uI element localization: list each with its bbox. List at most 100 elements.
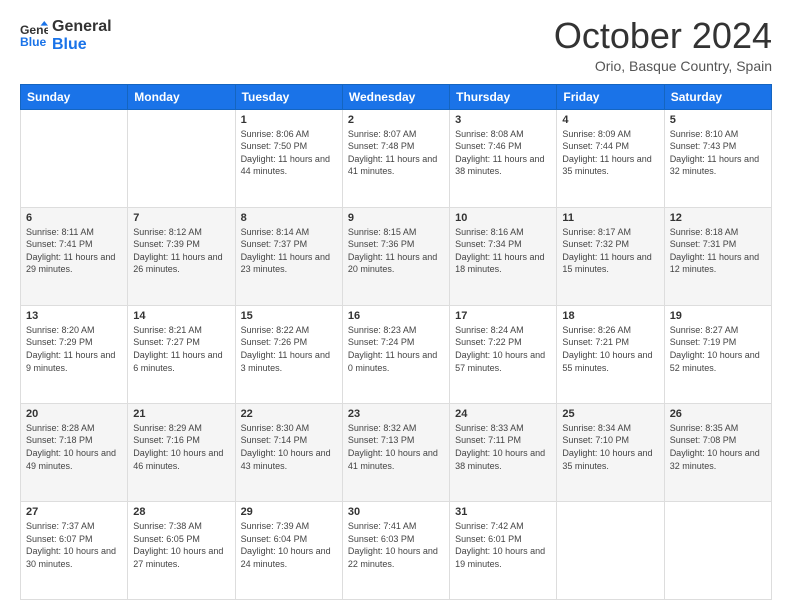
day-number: 3: [455, 114, 551, 126]
day-number: 24: [455, 408, 551, 420]
day-cell: 17 Sunrise: 8:24 AMSunset: 7:22 PMDaylig…: [450, 305, 557, 403]
day-info: Sunrise: 8:18 AMSunset: 7:31 PMDaylight:…: [670, 227, 759, 275]
day-cell: 6 Sunrise: 8:11 AMSunset: 7:41 PMDayligh…: [21, 207, 128, 305]
header-friday: Friday: [557, 84, 664, 109]
day-cell: 30 Sunrise: 7:41 AMSunset: 6:03 PMDaylig…: [342, 501, 449, 599]
logo-icon: General Blue: [20, 21, 48, 49]
day-cell: 13 Sunrise: 8:20 AMSunset: 7:29 PMDaylig…: [21, 305, 128, 403]
week-row-4: 20 Sunrise: 8:28 AMSunset: 7:18 PMDaylig…: [21, 403, 772, 501]
day-number: 2: [348, 114, 444, 126]
day-info: Sunrise: 8:21 AMSunset: 7:27 PMDaylight:…: [133, 325, 222, 373]
day-number: 25: [562, 408, 658, 420]
day-cell: 21 Sunrise: 8:29 AMSunset: 7:16 PMDaylig…: [128, 403, 235, 501]
day-info: Sunrise: 8:12 AMSunset: 7:39 PMDaylight:…: [133, 227, 222, 275]
day-cell: 8 Sunrise: 8:14 AMSunset: 7:37 PMDayligh…: [235, 207, 342, 305]
day-cell: 12 Sunrise: 8:18 AMSunset: 7:31 PMDaylig…: [664, 207, 771, 305]
day-number: 4: [562, 114, 658, 126]
header-wednesday: Wednesday: [342, 84, 449, 109]
day-cell: 3 Sunrise: 8:08 AMSunset: 7:46 PMDayligh…: [450, 109, 557, 207]
day-number: 6: [26, 212, 122, 224]
day-cell: 4 Sunrise: 8:09 AMSunset: 7:44 PMDayligh…: [557, 109, 664, 207]
header-sunday: Sunday: [21, 84, 128, 109]
logo-line2: Blue: [52, 36, 112, 54]
day-number: 26: [670, 408, 766, 420]
day-cell: [557, 501, 664, 599]
calendar-table: Sunday Monday Tuesday Wednesday Thursday…: [20, 84, 772, 600]
day-number: 1: [241, 114, 337, 126]
day-number: 13: [26, 310, 122, 322]
day-number: 20: [26, 408, 122, 420]
day-cell: 24 Sunrise: 8:33 AMSunset: 7:11 PMDaylig…: [450, 403, 557, 501]
day-cell: 31 Sunrise: 7:42 AMSunset: 6:01 PMDaylig…: [450, 501, 557, 599]
day-info: Sunrise: 8:06 AMSunset: 7:50 PMDaylight:…: [241, 129, 330, 177]
day-info: Sunrise: 8:34 AMSunset: 7:10 PMDaylight:…: [562, 423, 652, 471]
day-info: Sunrise: 8:17 AMSunset: 7:32 PMDaylight:…: [562, 227, 651, 275]
day-number: 28: [133, 506, 229, 518]
day-cell: 27 Sunrise: 7:37 AMSunset: 6:07 PMDaylig…: [21, 501, 128, 599]
day-number: 27: [26, 506, 122, 518]
day-info: Sunrise: 8:23 AMSunset: 7:24 PMDaylight:…: [348, 325, 437, 373]
svg-text:Blue: Blue: [20, 36, 47, 50]
day-number: 16: [348, 310, 444, 322]
day-cell: 2 Sunrise: 8:07 AMSunset: 7:48 PMDayligh…: [342, 109, 449, 207]
day-cell: 29 Sunrise: 7:39 AMSunset: 6:04 PMDaylig…: [235, 501, 342, 599]
day-number: 5: [670, 114, 766, 126]
day-info: Sunrise: 7:41 AMSunset: 6:03 PMDaylight:…: [348, 521, 438, 569]
weekday-header-row: Sunday Monday Tuesday Wednesday Thursday…: [21, 84, 772, 109]
day-number: 7: [133, 212, 229, 224]
header-tuesday: Tuesday: [235, 84, 342, 109]
header-monday: Monday: [128, 84, 235, 109]
day-cell: 1 Sunrise: 8:06 AMSunset: 7:50 PMDayligh…: [235, 109, 342, 207]
day-number: 15: [241, 310, 337, 322]
day-info: Sunrise: 8:16 AMSunset: 7:34 PMDaylight:…: [455, 227, 544, 275]
logo-line1: General: [52, 18, 112, 36]
day-info: Sunrise: 8:26 AMSunset: 7:21 PMDaylight:…: [562, 325, 652, 373]
day-cell: [664, 501, 771, 599]
day-cell: 28 Sunrise: 7:38 AMSunset: 6:05 PMDaylig…: [128, 501, 235, 599]
month-title: October 2024: [554, 16, 772, 56]
day-number: 18: [562, 310, 658, 322]
day-cell: 9 Sunrise: 8:15 AMSunset: 7:36 PMDayligh…: [342, 207, 449, 305]
day-cell: 16 Sunrise: 8:23 AMSunset: 7:24 PMDaylig…: [342, 305, 449, 403]
day-info: Sunrise: 8:15 AMSunset: 7:36 PMDaylight:…: [348, 227, 437, 275]
day-cell: [128, 109, 235, 207]
day-cell: 22 Sunrise: 8:30 AMSunset: 7:14 PMDaylig…: [235, 403, 342, 501]
day-cell: 7 Sunrise: 8:12 AMSunset: 7:39 PMDayligh…: [128, 207, 235, 305]
day-cell: 20 Sunrise: 8:28 AMSunset: 7:18 PMDaylig…: [21, 403, 128, 501]
week-row-5: 27 Sunrise: 7:37 AMSunset: 6:07 PMDaylig…: [21, 501, 772, 599]
day-cell: 15 Sunrise: 8:22 AMSunset: 7:26 PMDaylig…: [235, 305, 342, 403]
location: Orio, Basque Country, Spain: [554, 58, 772, 74]
day-info: Sunrise: 8:32 AMSunset: 7:13 PMDaylight:…: [348, 423, 438, 471]
day-cell: 10 Sunrise: 8:16 AMSunset: 7:34 PMDaylig…: [450, 207, 557, 305]
day-number: 23: [348, 408, 444, 420]
day-info: Sunrise: 8:07 AMSunset: 7:48 PMDaylight:…: [348, 129, 437, 177]
week-row-3: 13 Sunrise: 8:20 AMSunset: 7:29 PMDaylig…: [21, 305, 772, 403]
day-info: Sunrise: 8:27 AMSunset: 7:19 PMDaylight:…: [670, 325, 760, 373]
title-block: October 2024 Orio, Basque Country, Spain: [554, 16, 772, 74]
day-info: Sunrise: 8:29 AMSunset: 7:16 PMDaylight:…: [133, 423, 223, 471]
day-cell: 5 Sunrise: 8:10 AMSunset: 7:43 PMDayligh…: [664, 109, 771, 207]
day-info: Sunrise: 7:39 AMSunset: 6:04 PMDaylight:…: [241, 521, 331, 569]
day-info: Sunrise: 7:37 AMSunset: 6:07 PMDaylight:…: [26, 521, 116, 569]
page: General Blue General Blue October 2024 O…: [0, 0, 792, 612]
day-info: Sunrise: 8:22 AMSunset: 7:26 PMDaylight:…: [241, 325, 330, 373]
day-number: 11: [562, 212, 658, 224]
day-info: Sunrise: 8:09 AMSunset: 7:44 PMDaylight:…: [562, 129, 651, 177]
day-number: 14: [133, 310, 229, 322]
day-number: 21: [133, 408, 229, 420]
day-info: Sunrise: 8:28 AMSunset: 7:18 PMDaylight:…: [26, 423, 116, 471]
day-cell: 18 Sunrise: 8:26 AMSunset: 7:21 PMDaylig…: [557, 305, 664, 403]
day-cell: 11 Sunrise: 8:17 AMSunset: 7:32 PMDaylig…: [557, 207, 664, 305]
day-number: 8: [241, 212, 337, 224]
day-info: Sunrise: 8:35 AMSunset: 7:08 PMDaylight:…: [670, 423, 760, 471]
day-cell: 14 Sunrise: 8:21 AMSunset: 7:27 PMDaylig…: [128, 305, 235, 403]
day-cell: 26 Sunrise: 8:35 AMSunset: 7:08 PMDaylig…: [664, 403, 771, 501]
day-cell: 25 Sunrise: 8:34 AMSunset: 7:10 PMDaylig…: [557, 403, 664, 501]
day-info: Sunrise: 7:42 AMSunset: 6:01 PMDaylight:…: [455, 521, 545, 569]
week-row-2: 6 Sunrise: 8:11 AMSunset: 7:41 PMDayligh…: [21, 207, 772, 305]
day-cell: [21, 109, 128, 207]
day-number: 12: [670, 212, 766, 224]
day-number: 29: [241, 506, 337, 518]
day-number: 31: [455, 506, 551, 518]
day-number: 10: [455, 212, 551, 224]
